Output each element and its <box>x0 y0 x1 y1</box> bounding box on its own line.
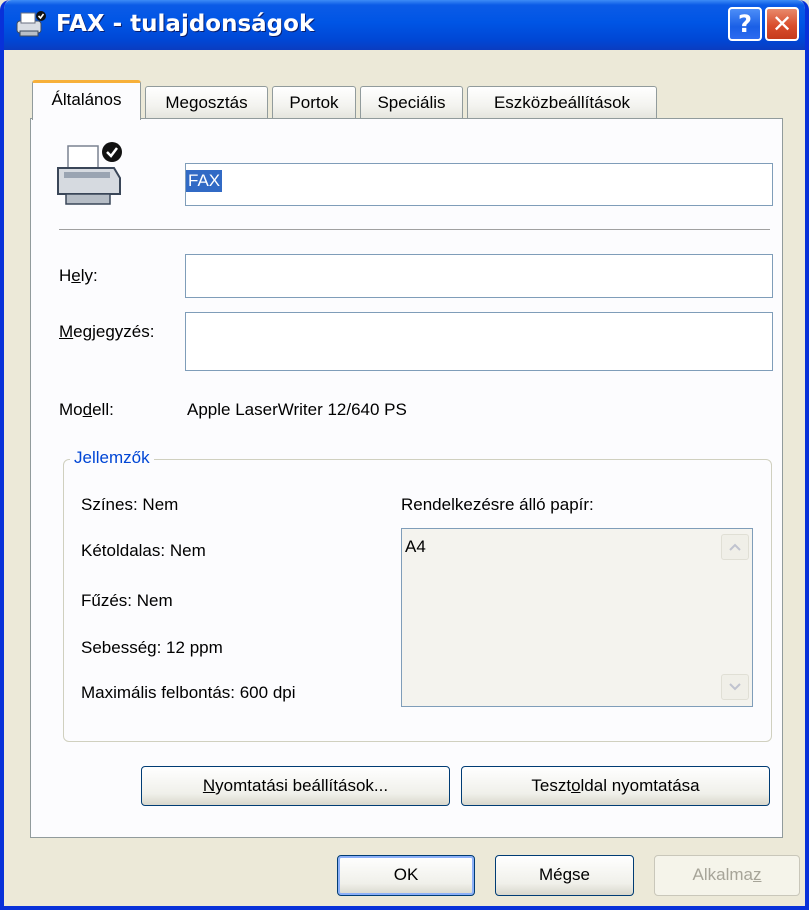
scroll-down-button[interactable] <box>721 674 749 700</box>
features-legend: Jellemzők <box>70 448 154 468</box>
comment-field[interactable] <box>185 312 773 371</box>
title-bar[interactable]: FAX - tulajdonságok ? ✕ <box>4 0 805 50</box>
tab-label: Speciális <box>377 93 446 112</box>
help-button[interactable]: ? <box>728 7 762 41</box>
print-test-page-button[interactable]: Tesztoldal nyomtatása <box>461 766 770 806</box>
separator <box>59 229 770 230</box>
printer-fax-icon <box>16 11 46 37</box>
printer-name-field[interactable]: FAX <box>185 163 773 206</box>
close-button[interactable]: ✕ <box>765 7 799 41</box>
chevron-up-icon <box>729 543 741 551</box>
printer-default-icon <box>57 142 122 205</box>
tab-label: Általános <box>51 90 122 109</box>
scroll-up-button[interactable] <box>721 534 749 560</box>
close-icon: ✕ <box>771 10 793 38</box>
ok-button[interactable]: OK <box>337 855 475 896</box>
cancel-button[interactable]: Mégse <box>495 855 634 896</box>
help-icon: ? <box>738 10 752 38</box>
max-resolution-feature: Maximális felbontás: 600 dpi <box>81 683 296 702</box>
tab-label: Eszközbeállítások <box>493 93 631 112</box>
color-feature: Színes: Nem <box>81 495 179 514</box>
tab-ports[interactable]: Portok <box>272 86 356 119</box>
tab-advanced[interactable]: Speciális <box>360 86 463 119</box>
paper-list-scrollbar[interactable] <box>719 530 751 705</box>
tab-device-settings[interactable]: Eszközbeállítások <box>467 86 657 119</box>
tab-sharing[interactable]: Megosztás <box>145 86 268 119</box>
paper-list[interactable]: A4 <box>401 528 753 707</box>
list-item: A4 <box>405 537 426 556</box>
comment-label: Megjegyzés: <box>59 322 155 341</box>
printer-name-value: FAX <box>186 170 223 192</box>
properties-dialog: FAX - tulajdonságok ? ✕ Általános Megosz… <box>0 0 809 910</box>
model-value: Apple LaserWriter 12/640 PS <box>187 400 407 419</box>
tab-label: Portok <box>289 93 339 112</box>
staple-feature: Fűzés: Nem <box>81 591 173 610</box>
tab-general[interactable]: Általános <box>32 80 141 120</box>
location-field[interactable] <box>185 254 773 298</box>
printing-preferences-button[interactable]: Nyomtatási beállítások... <box>141 766 450 806</box>
paper-label: Rendelkezésre álló papír: <box>401 495 594 514</box>
chevron-down-icon <box>729 683 741 691</box>
model-label: Modell: <box>59 400 114 419</box>
location-label: Hely: <box>59 266 98 285</box>
window-title: FAX - tulajdonságok <box>56 11 315 37</box>
speed-feature: Sebesség: 12 ppm <box>81 638 223 657</box>
tab-label: Megosztás <box>165 93 248 112</box>
apply-button[interactable]: Alkalmaz <box>654 855 800 896</box>
duplex-feature: Kétoldalas: Nem <box>81 541 206 560</box>
